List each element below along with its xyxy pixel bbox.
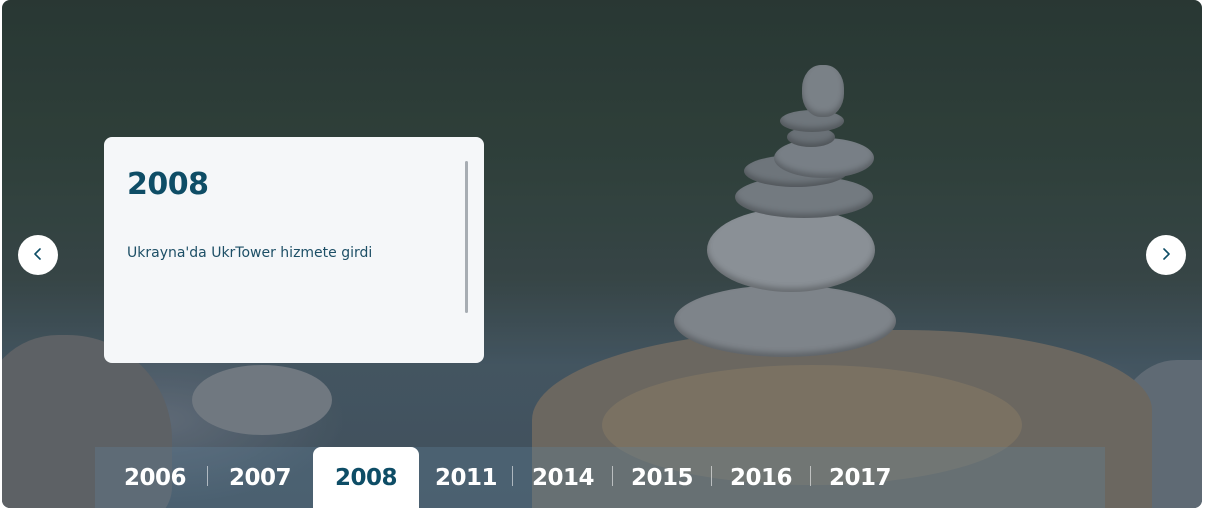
milestone-card: 2008 Ukrayna'da UkrTower hizmete girdi bbox=[104, 137, 484, 363]
year-tab-2017[interactable]: 2017 bbox=[818, 447, 902, 508]
tab-divider bbox=[612, 466, 613, 486]
next-slide-button[interactable] bbox=[1146, 235, 1186, 275]
chevron-right-icon bbox=[1159, 247, 1173, 264]
year-tab-2016[interactable]: 2016 bbox=[719, 447, 803, 508]
milestone-year: 2008 bbox=[127, 167, 209, 202]
tab-divider bbox=[810, 466, 811, 486]
cairn-stone bbox=[674, 285, 896, 357]
tab-divider bbox=[512, 466, 513, 486]
year-tab-2006[interactable]: 2006 bbox=[110, 447, 200, 508]
milestone-description: Ukrayna'da UkrTower hizmete girdi bbox=[127, 245, 373, 261]
cairn-stone bbox=[802, 65, 844, 117]
year-tab-2015[interactable]: 2015 bbox=[620, 447, 704, 508]
year-tab-2014[interactable]: 2014 bbox=[520, 447, 606, 508]
cairn-stone bbox=[707, 208, 875, 292]
year-tab-2008[interactable]: 2008 bbox=[313, 447, 419, 508]
tab-divider bbox=[711, 466, 712, 486]
year-tab-2007[interactable]: 2007 bbox=[215, 447, 305, 508]
rock-middle-left bbox=[192, 365, 332, 435]
tab-divider bbox=[207, 466, 208, 486]
card-scrollbar[interactable] bbox=[465, 161, 468, 313]
chevron-left-icon bbox=[31, 247, 45, 264]
year-tab-2011[interactable]: 2011 bbox=[425, 447, 507, 508]
previous-slide-button[interactable] bbox=[18, 235, 58, 275]
